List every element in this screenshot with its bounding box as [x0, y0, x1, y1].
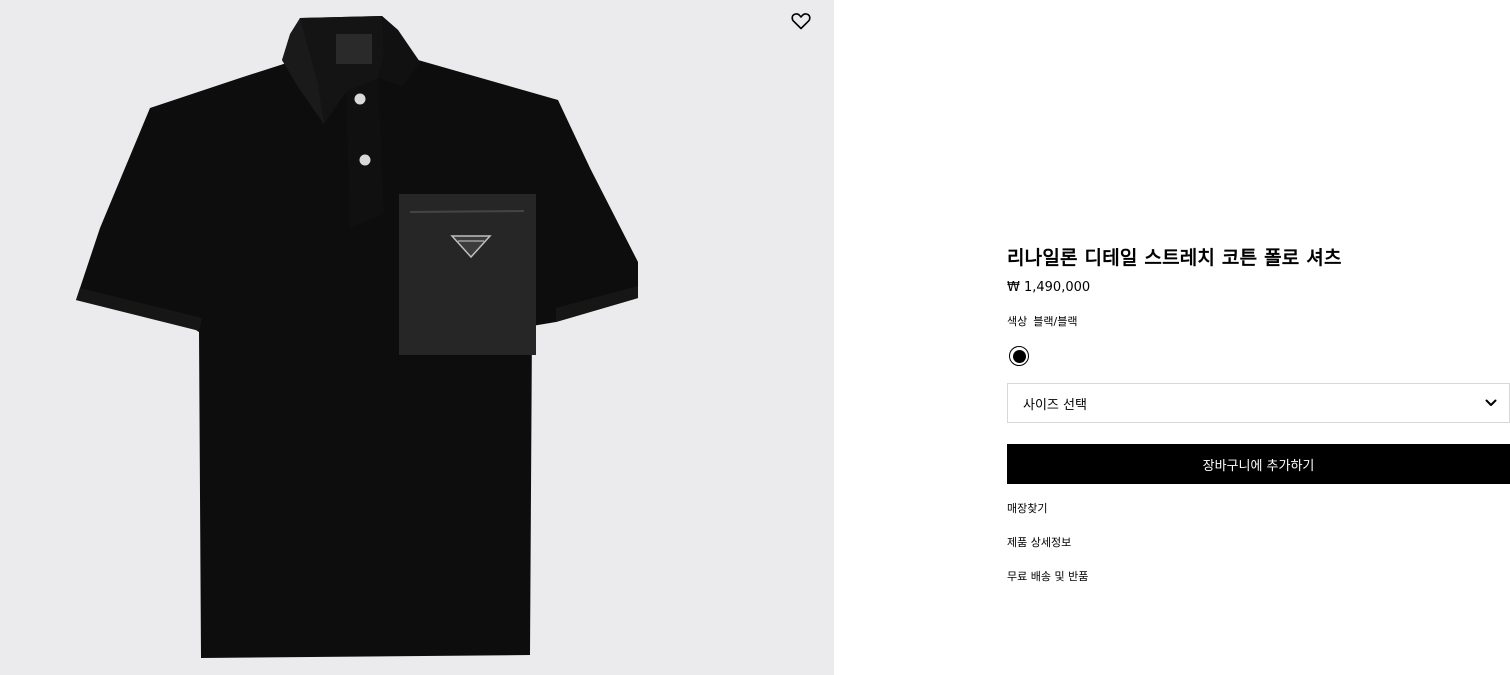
size-select-dropdown[interactable]: 사이즈 선택	[1007, 383, 1510, 423]
product-image	[76, 16, 638, 658]
product-page: 리나일론 디테일 스트레치 코튼 폴로 셔츠 ₩ 1,490,000 색상 블랙/…	[0, 0, 1510, 675]
product-price: ₩ 1,490,000	[1007, 280, 1091, 295]
chevron-down-icon	[1485, 399, 1497, 406]
product-title: 리나일론 디테일 스트레치 코튼 폴로 셔츠	[1007, 247, 1342, 269]
product-details: 리나일론 디테일 스트레치 코튼 폴로 셔츠 ₩ 1,490,000 색상 블랙/…	[1007, 240, 1510, 585]
color-value: 블랙/블랙	[1033, 315, 1078, 328]
product-details-link[interactable]: 제품 상세정보	[1007, 535, 1510, 551]
add-to-cart-button[interactable]: 장바구니에 추가하기	[1007, 444, 1510, 484]
heart-icon	[791, 13, 811, 30]
color-info: 색상 블랙/블랙	[1007, 314, 1510, 330]
store-locator-link[interactable]: 매장찾기	[1007, 501, 1510, 517]
color-label: 색상	[1007, 315, 1028, 328]
shipping-returns-link[interactable]: 무료 배송 및 반품	[1007, 569, 1510, 585]
wishlist-button[interactable]	[789, 9, 813, 33]
product-image-panel	[0, 0, 834, 675]
color-swatch-black[interactable]	[1009, 346, 1029, 366]
size-select-label: 사이즈 선택	[1023, 397, 1087, 413]
color-swatch-fill	[1012, 349, 1026, 363]
